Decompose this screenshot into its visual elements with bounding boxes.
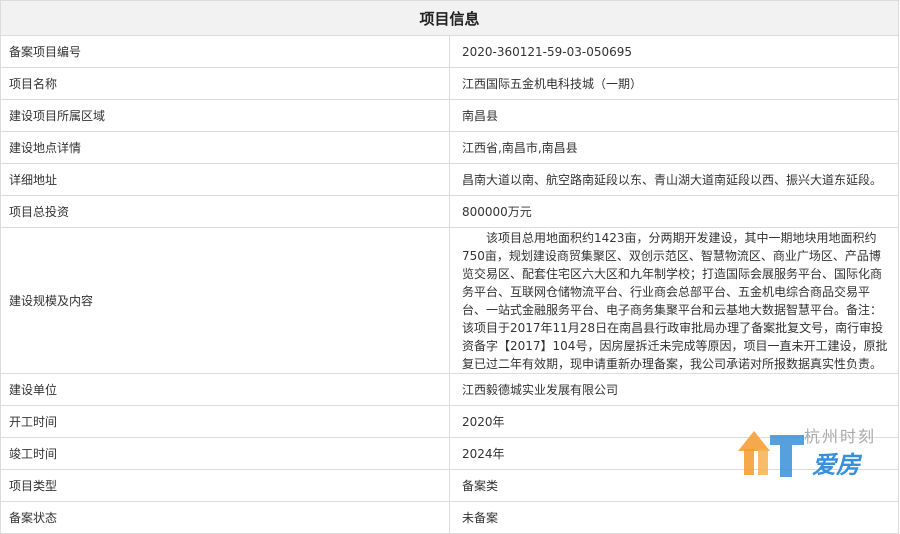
row-label: 开工时间 — [0, 405, 450, 438]
table-row-region: 建设项目所属区域 南昌县 — [0, 99, 899, 132]
row-value: 江西毅德城实业发展有限公司 — [449, 373, 899, 406]
table-row-project-name: 项目名称 江西国际五金机电科技城（一期） — [0, 67, 899, 100]
row-label: 项目名称 — [0, 67, 450, 100]
row-label: 备案项目编号 — [0, 35, 450, 68]
table-row-project-type: 项目类型 备案类 — [0, 469, 899, 502]
table-row-address: 详细地址 昌南大道以南、航空路南延段以东、青山湖大道南延段以西、振兴大道东延段。 — [0, 163, 899, 196]
row-value: 昌南大道以南、航空路南延段以东、青山湖大道南延段以西、振兴大道东延段。 — [449, 163, 899, 196]
row-label: 建设单位 — [0, 373, 450, 406]
row-value: 江西省,南昌市,南昌县 — [449, 131, 899, 164]
row-value: 未备案 — [449, 501, 899, 534]
row-value: 2024年 — [449, 437, 899, 470]
row-label: 建设项目所属区域 — [0, 99, 450, 132]
table-row-record-status: 备案状态 未备案 — [0, 501, 899, 534]
row-value: 2020-360121-59-03-050695 — [449, 35, 899, 68]
row-value: 江西国际五金机电科技城（一期） — [449, 67, 899, 100]
project-description: 该项目总用地面积约1423亩，分两期开发建设，其中一期地块用地面积约750亩，规… — [462, 231, 888, 371]
row-value-cell: 该项目总用地面积约1423亩，分两期开发建设，其中一期地块用地面积约750亩，规… — [449, 227, 899, 374]
row-label: 项目类型 — [0, 469, 450, 502]
table-row-developer: 建设单位 江西毅德城实业发展有限公司 — [0, 373, 899, 406]
row-label: 建设地点详情 — [0, 131, 450, 164]
row-label: 建设规模及内容 — [0, 227, 450, 374]
row-value: 800000万元 — [449, 195, 899, 228]
row-label: 项目总投资 — [0, 195, 450, 228]
table-row-completion-time: 竣工时间 2024年 — [0, 437, 899, 470]
table-row-scale-content: 建设规模及内容 该项目总用地面积约1423亩，分两期开发建设，其中一期地块用地面… — [0, 227, 899, 374]
table-row-start-time: 开工时间 2020年 — [0, 405, 899, 438]
table-row-total-investment: 项目总投资 800000万元 — [0, 195, 899, 228]
project-info-panel: 项目信息 备案项目编号 2020-360121-59-03-050695 项目名… — [0, 0, 899, 534]
project-info-table: 项目信息 备案项目编号 2020-360121-59-03-050695 项目名… — [0, 0, 899, 534]
row-label: 备案状态 — [0, 501, 450, 534]
row-label: 竣工时间 — [0, 437, 450, 470]
row-value: 南昌县 — [449, 99, 899, 132]
row-value: 2020年 — [449, 405, 899, 438]
row-value: 备案类 — [449, 469, 899, 502]
table-title: 项目信息 — [0, 0, 899, 36]
row-label: 详细地址 — [0, 163, 450, 196]
table-row-location-detail: 建设地点详情 江西省,南昌市,南昌县 — [0, 131, 899, 164]
table-row-record-number: 备案项目编号 2020-360121-59-03-050695 — [0, 35, 899, 68]
